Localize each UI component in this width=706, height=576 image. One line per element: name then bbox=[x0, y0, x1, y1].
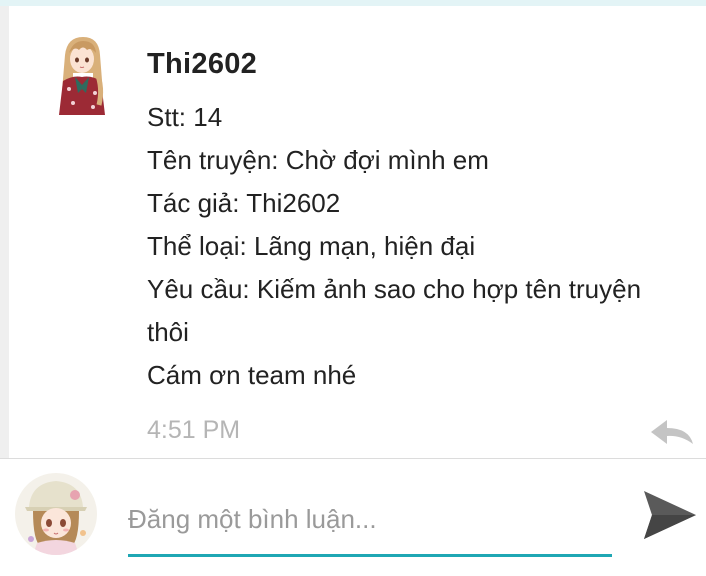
comment-line: Tác giả: Thi2602 bbox=[147, 188, 341, 218]
comment-line: Thể loại: Lãng mạn, hiện đại bbox=[147, 231, 476, 261]
commenter-avatar[interactable] bbox=[53, 33, 111, 119]
comment-input-underline bbox=[128, 554, 612, 557]
send-icon bbox=[644, 491, 696, 539]
comment-composer bbox=[0, 459, 706, 576]
reply-icon bbox=[651, 420, 693, 444]
comment-card: Thi2602 Stt: 14 Tên truyện: Chờ đợi mình… bbox=[9, 6, 706, 458]
comment-line: Tên truyện: Chờ đợi mình em bbox=[147, 145, 489, 175]
comment-body: Stt: 14 Tên truyện: Chờ đợi mình em Tác … bbox=[147, 96, 692, 397]
current-user-avatar bbox=[15, 473, 97, 555]
comment-author[interactable]: Thi2602 bbox=[147, 48, 257, 81]
anime-girl-avatar-icon bbox=[15, 473, 97, 555]
comment-line: Stt: 14 bbox=[147, 102, 223, 132]
comment-line: thôi bbox=[147, 317, 189, 347]
comment-line: Yêu cầu: Kiếm ảnh sao cho hợp tên truyện bbox=[147, 274, 642, 304]
send-button[interactable] bbox=[640, 487, 698, 543]
comment-timestamp: 4:51 PM bbox=[147, 416, 241, 444]
left-strip bbox=[0, 6, 9, 458]
anime-girl-avatar-icon bbox=[53, 33, 111, 119]
comment-line: Cám ơn team nhé bbox=[147, 360, 357, 390]
reply-button[interactable] bbox=[649, 418, 695, 448]
comment-input[interactable] bbox=[128, 497, 612, 541]
